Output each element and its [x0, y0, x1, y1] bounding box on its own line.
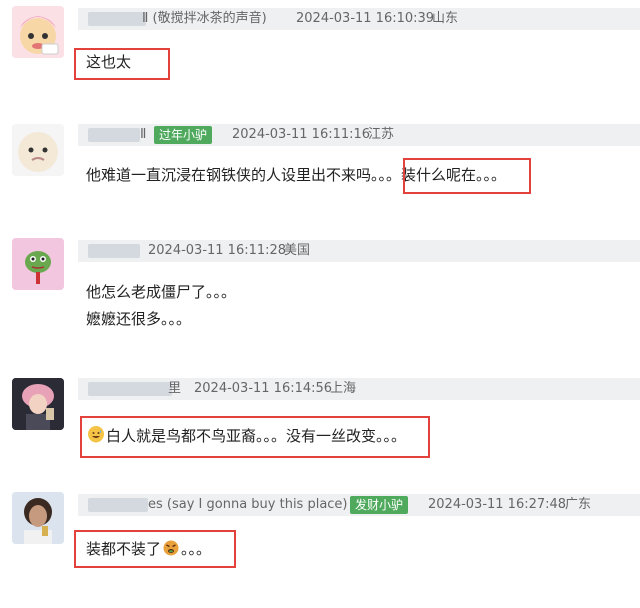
comment-text: 白人就是鸟都不鸟亚裔。。。没有一丝改变。。。 [88, 424, 406, 448]
comment-timestamp: 2024-03-11 16:14:56 [194, 381, 333, 396]
username-suffix[interactable]: Ⅱ (敬搅拌冰茶的声音) [142, 8, 267, 30]
comment-location: 美国 [284, 243, 311, 258]
comment-meta-bar: es (say I gonna buy this place) 发财小驴 202… [78, 494, 640, 516]
avatar[interactable] [12, 124, 64, 176]
comment-text: 装都不装了 。。。 [86, 537, 211, 561]
blurred-username [88, 498, 148, 512]
comment-location: 山东 [432, 11, 459, 26]
angry-emoji [163, 539, 179, 556]
photo-avatar-icon [12, 378, 64, 430]
comment-timestamp: 2024-03-11 16:11:28 [148, 243, 287, 258]
blurred-username [88, 128, 140, 142]
comment-text-prefix: 他难道一直沉浸在钢铁侠的人设里出不来吗。。 [86, 166, 387, 184]
comment-location: 江苏 [368, 127, 395, 142]
comment-text: 这也太 [86, 53, 132, 71]
comment-item: 2024-03-11 16:11:28 美国 他怎么老成僵尸了。。。 嬷嬷还很多… [0, 232, 640, 342]
comment-item: 里 2024-03-11 16:14:56 上海 白人就是鸟都不鸟亚裔。。。没有… [0, 372, 640, 472]
comment-item: es (say I gonna buy this place) 发财小驴 202… [0, 486, 640, 586]
comment-meta-bar: 里 2024-03-11 16:14:56 上海 [78, 378, 640, 400]
avatar[interactable] [12, 6, 64, 58]
comment-meta-bar: 2024-03-11 16:11:28 美国 [78, 240, 640, 262]
username-suffix[interactable]: Ⅱ [140, 124, 146, 146]
comment-text: 嬷嬷还很多。。。 [86, 310, 192, 328]
comment-timestamp: 2024-03-11 16:27:48 [428, 497, 567, 512]
comment-location: 上海 [330, 381, 357, 396]
grinning-sweat-emoji [88, 426, 104, 443]
comment-meta-bar: Ⅱ (敬搅拌冰茶的声音) 2024-03-11 16:10:39 山东 [78, 8, 640, 30]
comment-location: 广东 [565, 497, 592, 512]
avatar[interactable] [12, 378, 64, 430]
cartoon-avatar-icon [12, 124, 64, 176]
blurred-username [88, 244, 140, 258]
avatar[interactable] [12, 492, 64, 544]
comment-timestamp: 2024-03-11 16:11:16 [232, 127, 371, 142]
user-badge: 发财小驴 [350, 496, 409, 514]
comment-text-body: 白人就是鸟都不鸟亚裔。。。没有一丝改变。。。 [106, 427, 407, 445]
username-suffix[interactable]: 里 [168, 378, 181, 400]
user-badge: 过年小驴 [154, 126, 213, 144]
comment-text-suffix: 。。。 [181, 540, 212, 558]
grinning-sweat-emoji-icon [88, 427, 104, 443]
blurred-username [88, 12, 146, 26]
comment-item: Ⅱ 过年小驴 2024-03-11 16:11:16 江苏 他难道一直沉浸在钢铁… [0, 118, 640, 218]
cartoon-avatar-icon [12, 6, 64, 58]
highlight-box [403, 158, 531, 194]
blurred-username [88, 382, 172, 396]
comment-meta-bar: Ⅱ 过年小驴 2024-03-11 16:11:16 江苏 [78, 124, 640, 146]
comment-timestamp: 2024-03-11 16:10:39 [296, 11, 435, 26]
comment-text-prefix: 装都不装了 [86, 540, 162, 558]
comment-text: 他怎么老成僵尸了。。。 [86, 283, 237, 301]
avatar[interactable] [12, 238, 64, 290]
pepe-frog-avatar-icon [12, 238, 64, 290]
comment-item: Ⅱ (敬搅拌冰茶的声音) 2024-03-11 16:10:39 山东 这也太 [0, 0, 640, 92]
username-suffix[interactable]: es (say I gonna buy this place) [148, 494, 348, 516]
photo-avatar-icon [12, 492, 64, 544]
angry-emoji-icon [163, 540, 179, 556]
